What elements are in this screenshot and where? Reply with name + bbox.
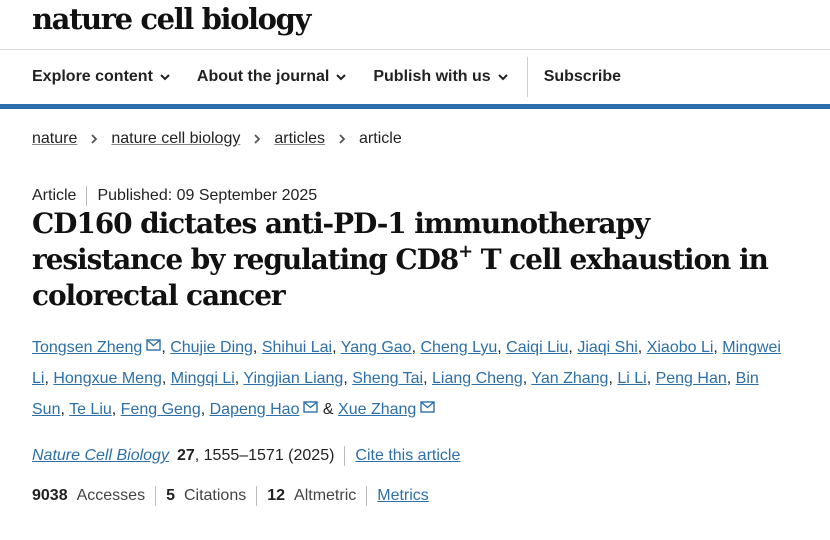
chevron-down-icon bbox=[497, 74, 508, 81]
author-link[interactable]: Chujie Ding bbox=[170, 339, 253, 356]
pages-year: , 1555–1571 (2025) bbox=[194, 447, 335, 464]
chevron-down-icon bbox=[160, 74, 170, 81]
accesses-label: Accesses bbox=[76, 487, 146, 504]
author-link[interactable]: Hongxue Meng bbox=[53, 370, 162, 387]
brand-header: nature cell biology bbox=[0, 0, 830, 50]
breadcrumb-journal[interactable]: nature cell biology bbox=[111, 130, 240, 148]
breadcrumb-articles[interactable]: articles bbox=[274, 130, 325, 148]
published-date: Published: 09 September 2025 bbox=[97, 187, 318, 204]
author-link[interactable]: Xiaobo Li bbox=[647, 339, 714, 356]
mail-icon[interactable] bbox=[303, 401, 319, 413]
chevron-right-icon bbox=[339, 134, 346, 144]
nav-divider bbox=[526, 57, 528, 97]
author-link[interactable]: Mingqi Li bbox=[171, 370, 235, 387]
author-link[interactable]: Liang Cheng bbox=[432, 370, 523, 387]
nav-subscribe[interactable]: Subscribe bbox=[544, 68, 621, 86]
author-link[interactable]: Shihui Lai bbox=[262, 339, 332, 356]
chevron-down-icon bbox=[336, 74, 347, 81]
article-meta: Article Published: 09 September 2025 bbox=[32, 186, 317, 206]
nav-publish-label: Publish with us bbox=[373, 68, 491, 85]
chevron-right-icon bbox=[91, 134, 98, 144]
altmetric-label: Altmetric bbox=[294, 487, 357, 504]
author-list: Tongsen Zheng, Chujie Ding, Shihui Lai, … bbox=[32, 339, 781, 418]
volume: 27 bbox=[176, 447, 195, 464]
cite-this-article-link[interactable]: Cite this article bbox=[355, 447, 460, 465]
citation-line: Nature Cell Biology 27 , 1555–1571 (2025… bbox=[32, 446, 460, 466]
nav-about-label: About the journal bbox=[196, 68, 330, 85]
author-link[interactable]: Yan Zhang bbox=[531, 370, 608, 387]
nav-explore-label: Explore content bbox=[32, 68, 153, 85]
nav-about-journal[interactable]: About the journal bbox=[197, 68, 347, 86]
article-metrics: 9038 Accesses 5 Citations 12 Altmetric M… bbox=[32, 486, 429, 506]
accesses-count: 9038 bbox=[32, 487, 68, 504]
metrics-divider bbox=[366, 486, 368, 506]
meta-divider bbox=[86, 186, 88, 206]
author-link[interactable]: Yingjian Liang bbox=[243, 370, 343, 387]
author-link[interactable]: Tongsen Zheng bbox=[32, 339, 142, 356]
author-link[interactable]: Cheng Lyu bbox=[420, 339, 497, 356]
journal-name-link[interactable]: Nature Cell Biology bbox=[32, 447, 169, 465]
metrics-divider bbox=[155, 486, 157, 506]
article-type: Article bbox=[32, 187, 77, 204]
breadcrumb: nature nature cell biology articles arti… bbox=[32, 130, 402, 148]
article-title: CD160 dictates anti-PD-1 immunotherapy r… bbox=[32, 206, 792, 314]
nav-publish-with-us[interactable]: Publish with us bbox=[373, 68, 508, 86]
citations-count: 5 bbox=[166, 487, 175, 504]
author-link[interactable]: Yang Gao bbox=[341, 339, 412, 356]
author-link[interactable]: Feng Geng bbox=[121, 401, 201, 418]
breadcrumb-nature[interactable]: nature bbox=[32, 130, 77, 148]
journal-logo[interactable]: nature cell biology bbox=[32, 2, 311, 36]
author-link[interactable]: Te Liu bbox=[69, 401, 112, 418]
mail-icon[interactable] bbox=[420, 401, 436, 413]
metrics-link[interactable]: Metrics bbox=[377, 487, 429, 505]
author-link[interactable]: Sheng Tai bbox=[352, 370, 423, 387]
citations-label: Citations bbox=[183, 487, 247, 504]
author-link[interactable]: Xue Zhang bbox=[338, 401, 416, 418]
author-link[interactable]: Caiqi Liu bbox=[506, 339, 568, 356]
breadcrumb-current: article bbox=[359, 130, 402, 147]
nav-explore-content[interactable]: Explore content bbox=[32, 68, 171, 86]
altmetric-score: 12 bbox=[267, 487, 286, 504]
main-nav: Explore content About the journal Publis… bbox=[0, 50, 830, 109]
chevron-right-icon bbox=[254, 134, 261, 144]
citation-divider bbox=[344, 446, 346, 466]
title-superscript: + bbox=[458, 241, 473, 262]
author-link[interactable]: Li Li bbox=[617, 370, 646, 387]
mail-icon[interactable] bbox=[146, 339, 162, 351]
author-link[interactable]: Peng Han bbox=[656, 370, 727, 387]
author-link[interactable]: Dapeng Hao bbox=[210, 401, 300, 418]
metrics-divider bbox=[256, 486, 258, 506]
author-link[interactable]: Jiaqi Shi bbox=[577, 339, 637, 356]
